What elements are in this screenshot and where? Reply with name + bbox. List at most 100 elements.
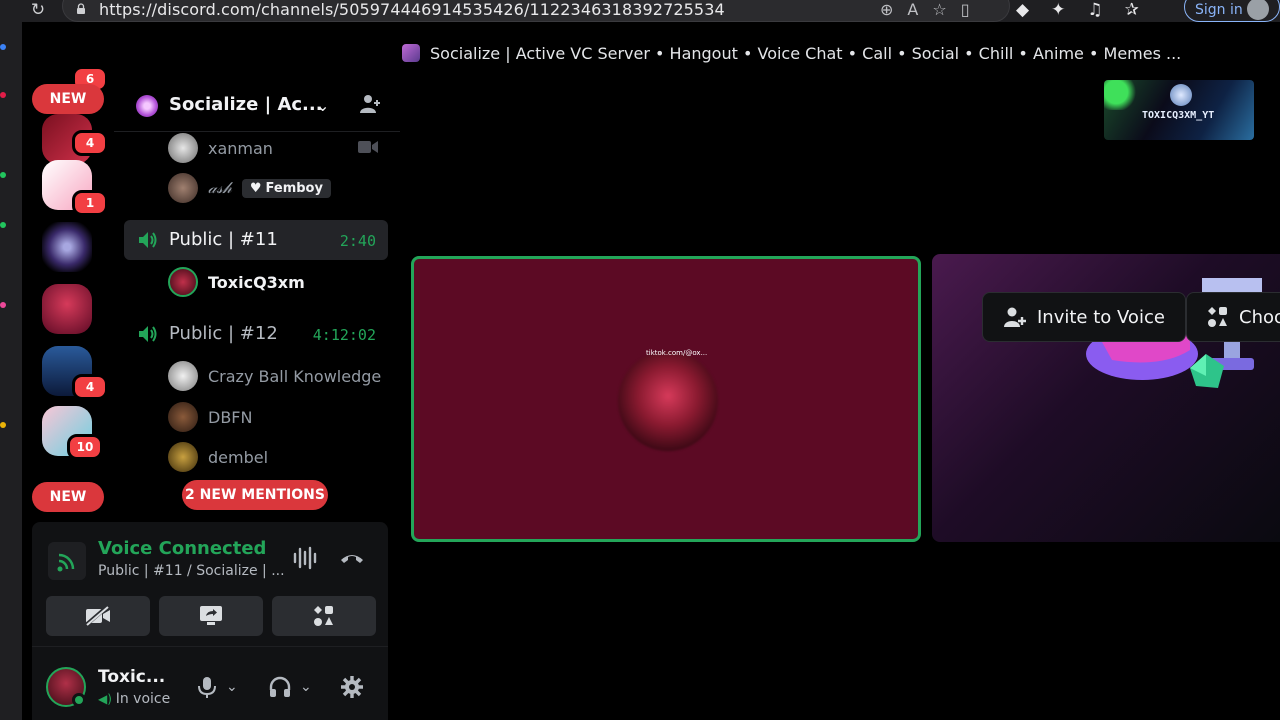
url-text[interactable]: https://discord.com/channels/50597444691…: [99, 0, 725, 19]
user-status-label: In voice: [115, 691, 171, 707]
channel-name: Public | #11: [169, 229, 278, 250]
discord-title-bar: Socialize | Active VC Server • Hangout •…: [22, 34, 1280, 74]
voice-channel-public-12[interactable]: Public | #12 4:12:02: [124, 314, 388, 354]
disconnect-phone-icon[interactable]: [338, 544, 366, 572]
chevron-down-icon[interactable]: ⌄: [226, 679, 238, 695]
activities-icon: [1208, 307, 1227, 327]
heart-icon: ♥: [249, 180, 262, 196]
participant-avatar: [618, 351, 718, 451]
choose-activity-label: Choo: [1239, 306, 1280, 328]
invite-to-voice-label: Invite to Voice: [1037, 306, 1165, 328]
strip-indicator-icon: [0, 422, 6, 428]
avatar: [168, 402, 198, 432]
media-control-icon[interactable]: ♫: [1087, 0, 1102, 22]
channel-name: Public | #12: [169, 323, 278, 344]
window-title: Socialize | Active VC Server • Hangout •…: [430, 44, 1182, 63]
avatar: [168, 361, 198, 391]
sign-in-button[interactable]: Sign in: [1184, 0, 1280, 22]
read-aloud-icon[interactable]: A: [907, 0, 918, 20]
mention-badge: 1: [72, 190, 108, 216]
voice-status[interactable]: Voice Connected: [98, 538, 266, 559]
new-unreads-pill[interactable]: NEW: [32, 482, 104, 512]
invite-people-icon[interactable]: [358, 92, 382, 116]
strip-indicator-icon: [0, 44, 6, 50]
voice-connection-panel: Voice Connected Public | #11 / Socialize…: [32, 522, 388, 646]
user-panel: Toxic... ◀) In voice ⌄ ⌄: [32, 646, 388, 720]
extensions-puzzle-icon[interactable]: ✦: [1051, 0, 1065, 22]
speaker-icon: [139, 326, 157, 342]
mute-button[interactable]: ⌄: [196, 675, 238, 699]
avatar: [168, 267, 198, 297]
address-bar[interactable]: https://discord.com/channels/50597444691…: [62, 0, 1010, 22]
voice-user[interactable]: Crazy Ball Knowledge: [168, 360, 381, 392]
chevron-down-icon[interactable]: ⌄: [300, 679, 312, 695]
reload-icon[interactable]: ↻: [28, 0, 48, 20]
chevron-down-icon: ⌄: [316, 96, 330, 115]
video-camera-icon: [358, 141, 378, 153]
server-list: 6 NEW 4 1 4 10 NEW: [22, 66, 112, 520]
voice-user[interactable]: dembel: [168, 441, 268, 473]
invite-to-voice-button[interactable]: Invite to Voice: [982, 292, 1186, 342]
streamer-overlay-logo: TOXICQ3XM_YT: [1104, 80, 1254, 140]
strip-indicator-icon: [0, 222, 6, 228]
sign-in-label: Sign in: [1195, 2, 1243, 18]
site-info-icon[interactable]: [75, 3, 87, 15]
avatar: [168, 173, 198, 203]
avatar: [168, 442, 198, 472]
server-header[interactable]: Socialize | Ac... ⌄: [114, 86, 400, 132]
new-unreads-pill[interactable]: NEW: [32, 84, 104, 114]
server-icon[interactable]: [42, 222, 92, 272]
gear-icon: [341, 676, 363, 698]
channel-duration: 2:40: [339, 232, 376, 250]
add-user-icon: [1004, 307, 1026, 327]
new-mentions-pill[interactable]: 2 NEW MENTIONS: [182, 480, 328, 510]
noise-suppression-icon[interactable]: [290, 544, 318, 572]
server-icon: [136, 95, 158, 117]
deafen-button[interactable]: ⌄: [268, 675, 312, 699]
streamer-label: TOXICQ3XM_YT: [1142, 110, 1215, 121]
toggle-camera-button[interactable]: [46, 596, 150, 636]
avatar: [168, 133, 198, 163]
share-screen-button[interactable]: [159, 596, 263, 636]
choose-activity-button[interactable]: Choo: [1186, 292, 1280, 342]
voice-user-name: 𝒶𝓈𝒽: [208, 178, 232, 197]
participant-tile[interactable]: tiktok.com/@ox...: [411, 256, 921, 542]
voice-channel-public-11[interactable]: Public | #11 2:40: [124, 220, 388, 260]
voice-user[interactable]: ToxicQ3xm: [168, 266, 305, 298]
voice-user-name: dembel: [208, 447, 269, 467]
browser-toolbar: ↻ https://discord.com/channels/505974446…: [0, 0, 1280, 22]
extension-diamond-icon[interactable]: ◆: [1016, 0, 1029, 22]
microphone-icon[interactable]: ▯: [961, 0, 970, 20]
activities-button[interactable]: [272, 596, 376, 636]
favorite-star-icon[interactable]: ☆: [932, 0, 946, 20]
voice-user-name: ToxicQ3xm: [208, 272, 305, 292]
voice-location[interactable]: Public | #11 / Socialize | ...: [98, 563, 285, 579]
voice-user[interactable]: DBFN: [168, 401, 252, 433]
screen-share-icon: [200, 606, 222, 625]
voice-user-name: Crazy Ball Knowledge: [208, 366, 382, 386]
voice-user[interactable]: xanman: [168, 132, 273, 164]
activities-icon: [314, 606, 333, 626]
connection-signal-icon[interactable]: [48, 542, 86, 580]
avatar-overlay-text: tiktok.com/@ox...: [646, 349, 708, 357]
username[interactable]: Toxic...: [98, 667, 165, 687]
user-settings-button[interactable]: [340, 675, 364, 699]
globe-icon: [1170, 84, 1192, 106]
voice-user[interactable]: 𝒶𝓈𝒽 ♥ Femboy: [168, 172, 331, 204]
profile-icon: [1247, 0, 1269, 20]
strip-indicator-icon: [0, 302, 6, 308]
mention-badge: 4: [72, 374, 108, 400]
user-tag: ♥ Femboy: [241, 178, 331, 198]
server-icon[interactable]: [42, 284, 92, 334]
strip-indicator-icon: [0, 92, 6, 98]
zoom-icon[interactable]: ⊕: [880, 0, 893, 20]
speaker-icon: ◀): [98, 692, 116, 706]
favorites-icon[interactable]: ✰: [1125, 0, 1139, 22]
browser-sidebar-strip: [0, 22, 22, 720]
channel-duration: 4:12:02: [312, 326, 376, 344]
voice-stage: TOXICQ3XM_YT tiktok.com/@ox... Invite to…: [400, 74, 1280, 720]
server-name: Socialize | Ac...: [169, 94, 323, 115]
user-tag-label: Femboy: [265, 180, 323, 196]
user-status: ◀) In voice: [98, 691, 170, 707]
mention-badge: 4: [72, 130, 108, 156]
